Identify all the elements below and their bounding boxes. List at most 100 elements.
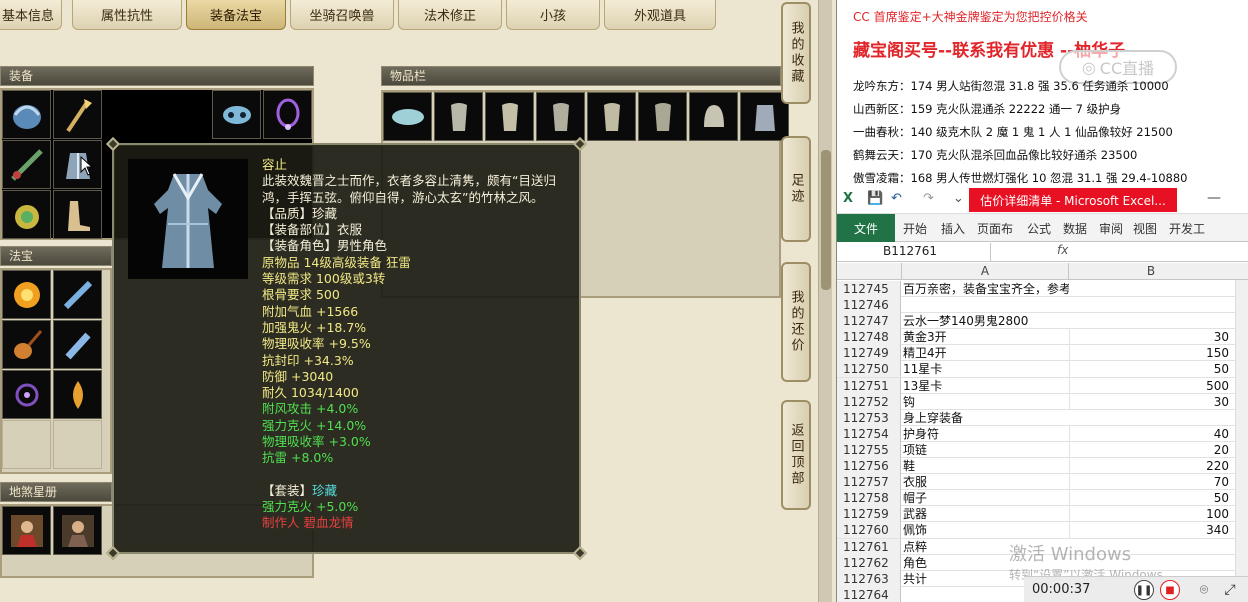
row-number[interactable]: 112752 [837, 393, 901, 410]
column-header-b[interactable]: B [1069, 263, 1233, 280]
row-number[interactable]: 112750 [837, 361, 901, 378]
row-number[interactable]: 112764 [837, 586, 901, 602]
row-number[interactable]: 112763 [837, 570, 901, 587]
tab-child[interactable]: 小孩 [506, 0, 600, 30]
customize-toolbar-icon[interactable]: ⌄ [953, 191, 964, 206]
ribbon-tab-data[interactable]: 数据 [1063, 220, 1087, 237]
save-icon[interactable]: 💾 [867, 191, 883, 206]
cell-b[interactable]: 500 [1069, 377, 1229, 394]
cell-a[interactable]: 黄金3开 [903, 329, 1069, 345]
row-number[interactable]: 112762 [837, 554, 901, 571]
tab-mounts-pets[interactable]: 坐骑召唤兽 [290, 0, 394, 30]
cell-a[interactable]: 佩饰 [903, 522, 1069, 538]
scroll-thumb[interactable] [821, 150, 831, 290]
cell-a[interactable]: 钩 [903, 394, 1069, 410]
cell-a[interactable]: 武器 [903, 506, 1069, 522]
row-number[interactable]: 112761 [837, 538, 901, 555]
row-number[interactable]: 112755 [837, 441, 901, 458]
ribbon-tab-formulas[interactable]: 公式 [1027, 220, 1051, 237]
equip-slot-mask[interactable] [212, 90, 261, 139]
minimize-icon[interactable]: — [1207, 190, 1221, 206]
cell-a[interactable]: 云水一梦140男鬼2800 [903, 313, 1069, 329]
cell-b[interactable]: 50 [1069, 361, 1229, 378]
equip-slot-helmet[interactable] [2, 90, 51, 139]
treasure-item-gauntlet[interactable] [53, 320, 102, 369]
row-number[interactable]: 112759 [837, 506, 901, 523]
my-counteroffer-button[interactable]: 我的还价 [781, 262, 811, 382]
cell-a[interactable]: 护身符 [903, 426, 1069, 442]
inventory-item-belt[interactable] [587, 92, 636, 141]
row-number[interactable]: 112748 [837, 329, 901, 346]
sheet-vertical-scrollbar[interactable] [1235, 280, 1248, 602]
ribbon-tab-developer[interactable]: 开发工 [1169, 220, 1205, 237]
cell-b[interactable]: 40 [1069, 425, 1229, 442]
treasure-item-flame[interactable] [53, 370, 102, 419]
tab-spell-correction[interactable]: 法术修正 [398, 0, 502, 30]
cell-b[interactable]: 30 [1069, 329, 1229, 346]
ribbon-tab-view[interactable]: 视图 [1133, 220, 1157, 237]
tab-basic-info[interactable]: 基本信息 [0, 0, 62, 30]
tab-attributes[interactable]: 属性抗性 [72, 0, 182, 30]
inventory-item-belt[interactable] [485, 92, 534, 141]
inventory-item-belt[interactable] [536, 92, 585, 141]
cell-a[interactable]: 11星卡 [903, 361, 1069, 377]
name-box[interactable]: B112761 [841, 243, 991, 261]
ribbon-tab-insert[interactable]: 插入 [941, 220, 965, 237]
treasure-item-orb[interactable] [2, 370, 51, 419]
cell-a[interactable]: 身上穿装备 [903, 410, 1069, 426]
row-number[interactable]: 112751 [837, 377, 901, 394]
row-number[interactable]: 112754 [837, 425, 901, 442]
row-number[interactable]: 112747 [837, 313, 901, 330]
cell-a[interactable]: 鞋 [903, 458, 1069, 474]
ribbon-tab-page-layout[interactable]: 页面布 [977, 220, 1013, 237]
file-tab[interactable]: 文件 [837, 214, 895, 242]
row-number[interactable]: 112758 [837, 490, 901, 507]
cell-a[interactable]: 13星卡 [903, 378, 1069, 394]
inventory-item-helmet[interactable] [689, 92, 738, 141]
camera-icon[interactable]: ⌾ [1194, 580, 1214, 600]
tab-appearance[interactable]: 外观道具 [604, 0, 716, 30]
footprint-button[interactable]: 足迹 [781, 136, 811, 242]
my-favorites-button[interactable]: 我的收藏 [781, 2, 811, 104]
inventory-item-mask[interactable] [383, 92, 432, 141]
fx-icon[interactable]: fx [1057, 243, 1068, 257]
pause-icon[interactable]: ❚❚ [1134, 580, 1154, 600]
cell-b[interactable]: 100 [1069, 506, 1229, 523]
equip-slot-boots[interactable] [53, 190, 102, 239]
undo-icon[interactable]: ↶ [891, 191, 902, 206]
star-card-warrior[interactable] [2, 506, 51, 555]
equip-slot-weapon[interactable] [2, 140, 51, 189]
treasure-item-lute[interactable] [2, 320, 51, 369]
row-number[interactable]: 112746 [837, 297, 901, 314]
cell-a[interactable]: 项链 [903, 442, 1069, 458]
equip-slot-necklace[interactable] [263, 90, 312, 139]
expand-icon[interactable]: ⤢ [1220, 580, 1240, 600]
equip-slot-armor[interactable] [53, 140, 102, 189]
page-scrollbar[interactable] [818, 0, 832, 602]
stop-record-icon[interactable]: ■ [1160, 580, 1180, 600]
star-card-warrior[interactable] [53, 506, 102, 555]
treasure-slot-empty[interactable] [53, 420, 102, 469]
back-to-top-button[interactable]: 返回顶部 [781, 400, 811, 510]
cell-b[interactable]: 50 [1069, 490, 1229, 507]
row-number[interactable]: 112753 [837, 409, 901, 426]
column-header-a[interactable]: A [901, 263, 1069, 280]
cell-a[interactable]: 帽子 [903, 490, 1069, 506]
row-number[interactable]: 112756 [837, 458, 901, 475]
treasure-item-fire[interactable] [2, 270, 51, 319]
equip-slot-weapon-spear[interactable] [53, 90, 102, 139]
cell-b[interactable]: 340 [1069, 522, 1229, 539]
cell-a[interactable]: 百万亲密，装备宝宝齐全，参考价24000左右 [903, 281, 1069, 297]
row-number[interactable]: 112745 [837, 281, 901, 297]
cell-b[interactable]: 70 [1069, 474, 1229, 491]
treasure-slot-empty[interactable] [2, 420, 51, 469]
inventory-item-belt[interactable] [434, 92, 483, 141]
ribbon-tab-home[interactable]: 开始 [903, 220, 927, 237]
row-number[interactable]: 112749 [837, 345, 901, 362]
cell-b[interactable]: 220 [1069, 458, 1229, 475]
cell-b[interactable]: 30 [1069, 393, 1229, 410]
cell-a[interactable]: 精卫4开 [903, 345, 1069, 361]
equip-slot-amulet[interactable] [2, 190, 51, 239]
row-number[interactable]: 112760 [837, 522, 901, 539]
redo-icon[interactable]: ↷ [923, 191, 934, 206]
